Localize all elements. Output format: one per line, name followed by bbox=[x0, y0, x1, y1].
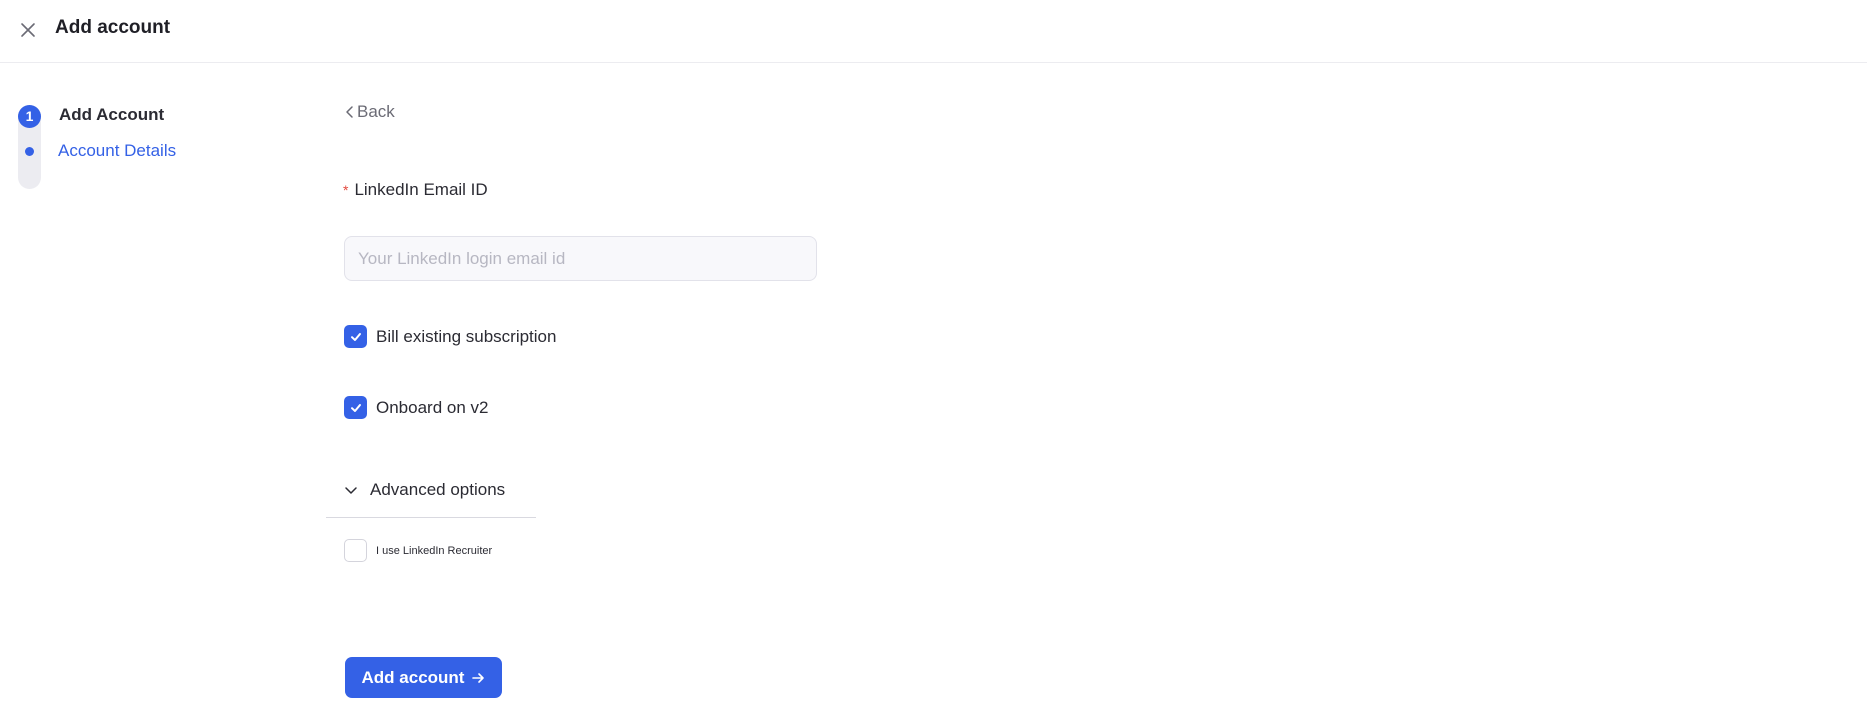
email-field-label: * LinkedIn Email ID bbox=[343, 180, 488, 200]
checkmark-icon bbox=[350, 403, 361, 412]
chevron-down-icon bbox=[345, 487, 357, 494]
onboard-v2-checkbox[interactable] bbox=[344, 396, 367, 419]
recruiter-checkbox[interactable] bbox=[344, 539, 367, 562]
recruiter-checkbox-row[interactable]: I use LinkedIn Recruiter bbox=[344, 539, 492, 562]
close-button[interactable] bbox=[16, 18, 40, 42]
required-mark: * bbox=[343, 182, 349, 198]
back-link[interactable]: Back bbox=[343, 102, 395, 122]
advanced-options-divider bbox=[326, 517, 536, 518]
advanced-options-toggle[interactable]: Advanced options bbox=[344, 480, 505, 500]
back-label: Back bbox=[357, 102, 395, 121]
onboard-v2-label: Onboard on v2 bbox=[376, 397, 489, 417]
page-title: Add account bbox=[55, 17, 171, 38]
bill-existing-label: Bill existing subscription bbox=[376, 326, 557, 346]
step-current-dot bbox=[25, 147, 34, 156]
email-label-text: LinkedIn Email ID bbox=[354, 180, 488, 199]
close-icon[interactable] bbox=[16, 18, 40, 42]
chevron-left-icon bbox=[346, 106, 353, 118]
checkmark-icon bbox=[350, 332, 361, 341]
bill-existing-checkbox-row[interactable]: Bill existing subscription bbox=[344, 325, 556, 348]
arrow-right-icon bbox=[472, 672, 485, 683]
recruiter-label: I use LinkedIn Recruiter bbox=[376, 544, 493, 557]
add-account-button-label: Add account bbox=[361, 667, 465, 687]
step-number-badge: 1 bbox=[18, 105, 41, 128]
modal-header: Add account bbox=[0, 0, 1867, 63]
email-field[interactable] bbox=[344, 236, 817, 281]
onboard-v2-checkbox-row[interactable]: Onboard on v2 bbox=[344, 396, 488, 419]
advanced-options-label: Advanced options bbox=[370, 480, 506, 499]
add-account-button[interactable]: Add account bbox=[345, 657, 502, 698]
step-label-add-account: Add Account bbox=[59, 105, 165, 124]
step-label-account-details[interactable]: Account Details bbox=[58, 141, 176, 161]
bill-existing-checkbox[interactable] bbox=[344, 325, 367, 348]
